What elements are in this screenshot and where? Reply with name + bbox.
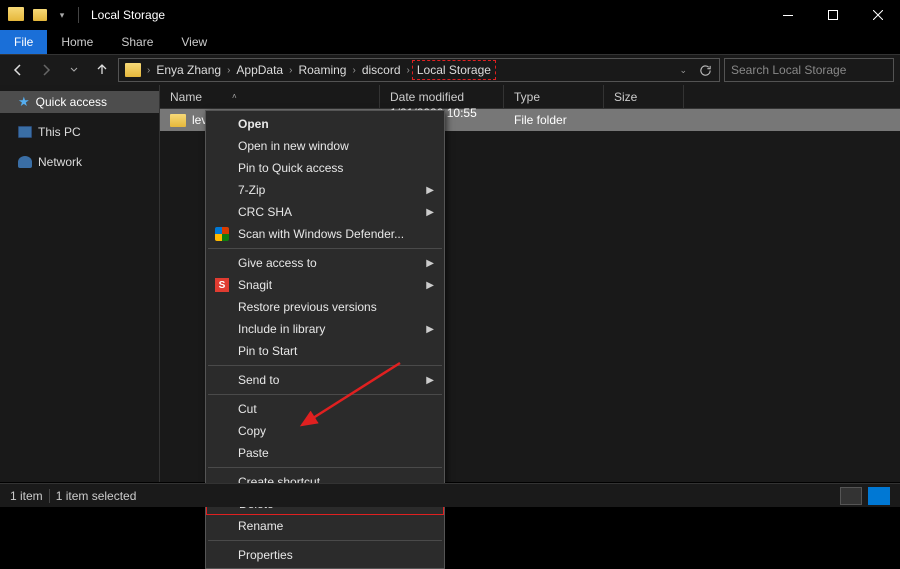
snagit-icon: S bbox=[214, 277, 230, 293]
history-dropdown-icon[interactable] bbox=[62, 58, 86, 82]
ctx-open-new-window[interactable]: Open in new window bbox=[206, 135, 444, 157]
status-item-count: 1 item bbox=[10, 489, 43, 503]
submenu-arrow-icon: ▶ bbox=[426, 280, 434, 291]
ctx-separator bbox=[208, 365, 442, 366]
column-date[interactable]: Date modified bbox=[380, 85, 504, 108]
breadcrumb-item[interactable]: Roaming bbox=[294, 59, 350, 81]
submenu-arrow-icon: ▶ bbox=[426, 207, 434, 218]
forward-button[interactable] bbox=[34, 58, 58, 82]
ctx-separator bbox=[208, 394, 442, 395]
chevron-right-icon[interactable]: › bbox=[405, 65, 412, 76]
search-placeholder: Search Local Storage bbox=[731, 63, 846, 77]
column-type[interactable]: Type bbox=[504, 85, 604, 108]
status-bar: 1 item 1 item selected bbox=[0, 483, 900, 507]
address-folder-icon bbox=[125, 63, 141, 77]
app-folder-icon bbox=[8, 7, 24, 23]
qat-folder-icon[interactable] bbox=[30, 5, 50, 25]
address-dropdown-icon[interactable]: ⌄ bbox=[673, 65, 693, 76]
sort-asc-icon: ˄ bbox=[232, 85, 237, 109]
ctx-separator bbox=[208, 540, 442, 541]
tab-share[interactable]: Share bbox=[107, 30, 167, 54]
ctx-crc-sha[interactable]: CRC SHA▶ bbox=[206, 201, 444, 223]
ctx-cut[interactable]: Cut bbox=[206, 398, 444, 420]
chevron-right-icon[interactable]: › bbox=[145, 65, 152, 76]
ctx-separator bbox=[208, 248, 442, 249]
file-type: File folder bbox=[504, 113, 604, 127]
breadcrumb-item-current[interactable]: Local Storage bbox=[412, 60, 496, 80]
network-icon bbox=[18, 156, 32, 168]
view-details-button[interactable] bbox=[840, 487, 862, 505]
sidebar-item-label: Network bbox=[38, 155, 82, 169]
column-size[interactable]: Size bbox=[604, 85, 684, 108]
tab-home[interactable]: Home bbox=[47, 30, 107, 54]
address-bar[interactable]: › Enya Zhang › AppData › Roaming › disco… bbox=[118, 58, 720, 82]
sidebar-item-label: Quick access bbox=[36, 95, 107, 109]
back-button[interactable] bbox=[6, 58, 30, 82]
ctx-7zip[interactable]: 7-Zip▶ bbox=[206, 179, 444, 201]
folder-icon bbox=[170, 114, 186, 127]
sidebar-item-label: This PC bbox=[38, 125, 81, 139]
ctx-give-access[interactable]: Give access to▶ bbox=[206, 252, 444, 274]
maximize-button[interactable] bbox=[810, 0, 855, 30]
ctx-rename[interactable]: Rename bbox=[206, 515, 444, 537]
titlebar-separator bbox=[78, 7, 79, 23]
navigation-sidebar: ★ Quick access This PC Network bbox=[0, 85, 160, 482]
ctx-send-to[interactable]: Send to▶ bbox=[206, 369, 444, 391]
minimize-button[interactable] bbox=[765, 0, 810, 30]
submenu-arrow-icon: ▶ bbox=[426, 258, 434, 269]
breadcrumb-item[interactable]: discord bbox=[358, 59, 405, 81]
tab-view[interactable]: View bbox=[167, 30, 221, 54]
ctx-open[interactable]: Open bbox=[206, 113, 444, 135]
window-title: Local Storage bbox=[91, 8, 165, 22]
ctx-copy[interactable]: Copy bbox=[206, 420, 444, 442]
chevron-right-icon[interactable]: › bbox=[225, 65, 232, 76]
breadcrumb-item[interactable]: Enya Zhang bbox=[152, 59, 225, 81]
chevron-right-icon[interactable]: › bbox=[287, 65, 294, 76]
close-button[interactable] bbox=[855, 0, 900, 30]
star-icon: ★ bbox=[18, 94, 30, 110]
sidebar-item-network[interactable]: Network bbox=[0, 151, 159, 173]
ctx-defender[interactable]: Scan with Windows Defender... bbox=[206, 223, 444, 245]
ctx-properties[interactable]: Properties bbox=[206, 544, 444, 566]
sidebar-item-quick-access[interactable]: ★ Quick access bbox=[0, 91, 159, 113]
breadcrumb-item[interactable]: AppData bbox=[232, 59, 287, 81]
ctx-pin-quick-access[interactable]: Pin to Quick access bbox=[206, 157, 444, 179]
ribbon-tabs: File Home Share View bbox=[0, 30, 900, 54]
sidebar-item-this-pc[interactable]: This PC bbox=[0, 121, 159, 143]
status-selected: 1 item selected bbox=[56, 489, 137, 503]
view-icons-button[interactable] bbox=[868, 487, 890, 505]
ctx-pin-start[interactable]: Pin to Start bbox=[206, 340, 444, 362]
qat-dropdown-icon[interactable]: ▾ bbox=[52, 5, 72, 25]
ctx-paste[interactable]: Paste bbox=[206, 442, 444, 464]
status-separator bbox=[49, 489, 50, 503]
column-headers: Name˄ Date modified Type Size bbox=[160, 85, 900, 109]
tab-file[interactable]: File bbox=[0, 30, 47, 54]
up-button[interactable] bbox=[90, 58, 114, 82]
navigation-row: › Enya Zhang › AppData › Roaming › disco… bbox=[0, 55, 900, 85]
ctx-snagit[interactable]: SSnagit▶ bbox=[206, 274, 444, 296]
submenu-arrow-icon: ▶ bbox=[426, 185, 434, 196]
ctx-separator bbox=[208, 467, 442, 468]
pc-icon bbox=[18, 126, 32, 138]
submenu-arrow-icon: ▶ bbox=[426, 375, 434, 386]
title-bar: ▾ Local Storage bbox=[0, 0, 900, 30]
chevron-right-icon[interactable]: › bbox=[350, 65, 357, 76]
ctx-restore-prev[interactable]: Restore previous versions bbox=[206, 296, 444, 318]
search-input[interactable]: Search Local Storage bbox=[724, 58, 894, 82]
defender-icon bbox=[214, 226, 230, 242]
column-name[interactable]: Name˄ bbox=[160, 85, 380, 108]
refresh-button[interactable] bbox=[693, 59, 717, 81]
ctx-include-library[interactable]: Include in library▶ bbox=[206, 318, 444, 340]
submenu-arrow-icon: ▶ bbox=[426, 324, 434, 335]
